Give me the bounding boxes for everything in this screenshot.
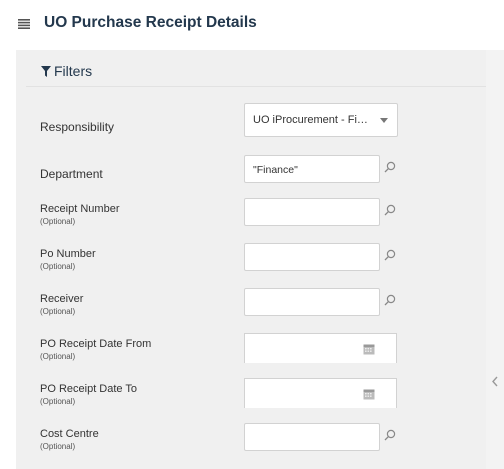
filters-label: Filters bbox=[54, 63, 93, 79]
department-row: Department "Finance" bbox=[26, 153, 486, 193]
page-title: UO Purchase Receipt Details bbox=[44, 14, 257, 31]
side-collapse-gutter[interactable] bbox=[486, 50, 504, 469]
filter-icon bbox=[41, 66, 51, 77]
search-icon[interactable] bbox=[384, 249, 396, 261]
page-header: UO Purchase Receipt Details bbox=[0, 0, 504, 50]
department-label: Department bbox=[40, 167, 103, 181]
search-icon[interactable] bbox=[384, 161, 396, 173]
optional-hint: (Optional) bbox=[40, 307, 76, 316]
cost-centre-row: Cost Centre (Optional) bbox=[26, 421, 486, 461]
receipt-date-to-input[interactable] bbox=[244, 378, 397, 408]
chevron-down-icon bbox=[380, 118, 388, 123]
calendar-icon[interactable] bbox=[363, 388, 375, 400]
receiver-row: Receiver (Optional) bbox=[26, 286, 486, 326]
filters-form: Responsibility UO iProcurement - Finance… bbox=[26, 88, 486, 469]
receipt-date-from-label: PO Receipt Date From bbox=[40, 338, 152, 350]
search-icon[interactable] bbox=[384, 294, 396, 306]
chevron-left-icon[interactable] bbox=[492, 376, 498, 387]
receiver-input[interactable] bbox=[244, 288, 380, 316]
cost-centre-label: Cost Centre bbox=[40, 428, 99, 440]
optional-hint: (Optional) bbox=[40, 397, 76, 406]
responsibility-label: Responsibility bbox=[40, 120, 115, 134]
optional-hint: (Optional) bbox=[40, 352, 76, 361]
menu-icon[interactable] bbox=[18, 19, 30, 29]
receipt-number-label: Receipt Number bbox=[40, 203, 120, 215]
receipt-date-from-input[interactable] bbox=[244, 333, 397, 363]
receiver-label: Receiver bbox=[40, 293, 84, 305]
search-icon[interactable] bbox=[384, 429, 396, 441]
filters-header[interactable]: Filters bbox=[26, 56, 486, 87]
responsibility-select[interactable]: UO iProcurement - Finance bbox=[244, 103, 398, 137]
receipt-number-row: Receipt Number (Optional) bbox=[26, 196, 486, 236]
responsibility-row: Responsibility UO iProcurement - Finance bbox=[26, 103, 486, 146]
receipt-date-to-row: PO Receipt Date To (Optional) bbox=[26, 376, 486, 416]
po-number-input[interactable] bbox=[244, 243, 380, 271]
department-input[interactable]: "Finance" bbox=[244, 155, 380, 183]
calendar-icon[interactable] bbox=[363, 343, 375, 355]
po-number-row: Po Number (Optional) bbox=[26, 241, 486, 281]
receipt-number-input[interactable] bbox=[244, 198, 380, 226]
receipt-date-from-row: PO Receipt Date From (Optional) bbox=[26, 331, 486, 371]
responsibility-value: UO iProcurement - Finance bbox=[253, 114, 371, 126]
po-number-label: Po Number bbox=[40, 248, 96, 260]
optional-hint: (Optional) bbox=[40, 262, 76, 271]
search-icon[interactable] bbox=[384, 204, 396, 216]
optional-hint: (Optional) bbox=[40, 217, 76, 226]
receipt-date-to-label: PO Receipt Date To bbox=[40, 383, 138, 395]
cost-centre-input[interactable] bbox=[244, 423, 380, 451]
optional-hint: (Optional) bbox=[40, 442, 76, 451]
